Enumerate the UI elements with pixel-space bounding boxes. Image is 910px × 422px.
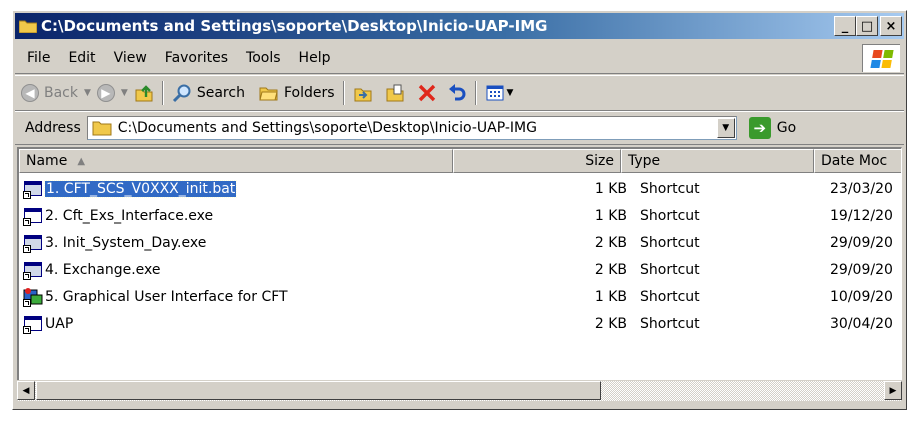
- folders-label: Folders: [283, 85, 335, 101]
- address-bar: Address C:\Documents and Settings\soport…: [15, 111, 904, 145]
- title-bar[interactable]: C:\Documents and Settings\soporte\Deskto…: [15, 13, 904, 39]
- back-button[interactable]: ◀ Back ▼: [21, 84, 91, 102]
- file-type: Shortcut: [640, 180, 700, 197]
- move-to-button[interactable]: [353, 83, 373, 103]
- file-size: 1 KB: [594, 288, 627, 305]
- exe-shortcut-icon: [23, 314, 43, 334]
- move-to-icon: [354, 88, 372, 102]
- file-name: 2. Cft_Exs_Interface.exe: [45, 207, 214, 224]
- file-type: Shortcut: [640, 234, 700, 251]
- scroll-right-button[interactable]: ▶: [884, 381, 902, 400]
- delete-button[interactable]: [417, 83, 437, 103]
- address-dropdown-button[interactable]: ▼: [716, 118, 735, 138]
- app-shortcut-icon: [23, 287, 43, 307]
- batch-shortcut-icon: [23, 233, 43, 253]
- views-button[interactable]: ▼: [485, 83, 514, 103]
- file-name: 3. Init_System_Day.exe: [45, 234, 207, 251]
- back-arrow-icon: ◀: [21, 84, 39, 102]
- go-label: Go: [776, 120, 797, 136]
- search-icon: [172, 84, 191, 103]
- file-name: UAP: [45, 315, 74, 332]
- back-label: Back: [44, 85, 78, 101]
- column-header-date-modified[interactable]: Date Moc: [814, 149, 901, 173]
- horizontal-scrollbar[interactable]: ◀ ▶: [17, 380, 902, 401]
- maximize-button[interactable]: □: [856, 16, 878, 36]
- file-date-modified: 10/09/20: [830, 288, 893, 305]
- scrollbar-thumb[interactable]: [36, 381, 601, 400]
- address-value: C:\Documents and Settings\soporte\Deskto…: [117, 120, 537, 136]
- chevron-down-icon: ▼: [120, 88, 128, 98]
- up-folder-button[interactable]: [134, 83, 154, 103]
- menu-edit[interactable]: Edit: [59, 50, 104, 66]
- views-icon: [486, 85, 504, 101]
- menu-help[interactable]: Help: [290, 50, 340, 66]
- sort-ascending-icon: ▲: [77, 155, 86, 167]
- file-date-modified: 29/09/20: [830, 261, 893, 278]
- column-header-name[interactable]: Name ▲: [19, 149, 453, 173]
- go-arrow-icon: ➔: [748, 117, 771, 139]
- menu-tools[interactable]: Tools: [237, 50, 290, 66]
- up-folder-icon: [135, 85, 153, 102]
- forward-button[interactable]: ▶ ▼: [96, 84, 128, 102]
- forward-arrow-icon: ▶: [96, 84, 115, 102]
- search-button[interactable]: Search: [172, 83, 245, 103]
- chevron-down-icon: ▼: [84, 88, 91, 98]
- toolbar-separator: [342, 81, 345, 105]
- file-size: 2 KB: [594, 315, 627, 332]
- windows-logo-icon: [862, 44, 900, 72]
- menu-bar: File Edit View Favorites Tools Help: [15, 43, 904, 74]
- file-type: Shortcut: [640, 288, 700, 305]
- menu-file[interactable]: File: [15, 50, 59, 66]
- minimize-button[interactable]: _: [834, 16, 856, 36]
- toolbar-separator: [161, 81, 164, 105]
- file-size: 2 KB: [594, 261, 627, 278]
- file-type: Shortcut: [640, 207, 700, 224]
- file-list[interactable]: Name ▲ Size Type Date Moc 1. CFT_SCS_V0XX…: [17, 147, 902, 383]
- column-header-type[interactable]: Type: [621, 149, 814, 173]
- copy-to-icon: [386, 84, 404, 102]
- folder-icon: [18, 19, 38, 34]
- file-type: Shortcut: [640, 261, 700, 278]
- file-type: Shortcut: [640, 315, 700, 332]
- menu-favorites[interactable]: Favorites: [156, 50, 237, 66]
- close-button[interactable]: ×: [880, 16, 902, 36]
- explorer-window: C:\Documents and Settings\soporte\Deskto…: [12, 10, 907, 410]
- chevron-down-icon: ▼: [506, 88, 514, 98]
- delete-x-icon: [418, 84, 435, 102]
- file-date-modified: 19/12/20: [830, 207, 893, 224]
- window-title: C:\Documents and Settings\soporte\Deskto…: [41, 17, 548, 35]
- batch-shortcut-icon: [23, 260, 43, 280]
- go-button[interactable]: ➔ Go: [748, 117, 797, 139]
- copy-to-button[interactable]: [385, 83, 405, 103]
- column-name-label: Name: [26, 153, 68, 169]
- scroll-left-button[interactable]: ◀: [17, 381, 35, 400]
- undo-button[interactable]: [447, 83, 467, 103]
- toolbar-separator: [474, 81, 477, 105]
- file-date-modified: 30/04/20: [830, 315, 893, 332]
- file-name: 5. Graphical User Interface for CFT: [45, 288, 288, 305]
- file-date-modified: 23/03/20: [830, 180, 893, 197]
- folder-icon: [92, 121, 112, 136]
- exe-shortcut-icon: [23, 206, 43, 226]
- file-name: 4. Exchange.exe: [45, 261, 161, 278]
- column-header-size[interactable]: Size: [453, 149, 621, 173]
- column-header-row: Name ▲ Size Type Date Moc: [19, 149, 901, 173]
- menu-view[interactable]: View: [105, 50, 156, 66]
- file-size: 1 KB: [594, 207, 627, 224]
- search-label: Search: [196, 85, 245, 101]
- file-date-modified: 29/09/20: [830, 234, 893, 251]
- folders-icon: [259, 87, 278, 101]
- standard-toolbar: ◀ Back ▼ ▶ ▼ Search Folders ▼: [15, 75, 904, 111]
- file-name: 1. CFT_SCS_V0XXX_init.bat: [43, 179, 238, 198]
- undo-icon: [448, 84, 465, 101]
- address-input[interactable]: C:\Documents and Settings\soporte\Deskto…: [86, 116, 737, 140]
- folders-button[interactable]: Folders: [259, 83, 335, 103]
- file-size: 1 KB: [594, 180, 627, 197]
- file-size: 2 KB: [594, 234, 627, 251]
- batch-shortcut-icon: [23, 179, 43, 199]
- address-label: Address: [25, 120, 81, 136]
